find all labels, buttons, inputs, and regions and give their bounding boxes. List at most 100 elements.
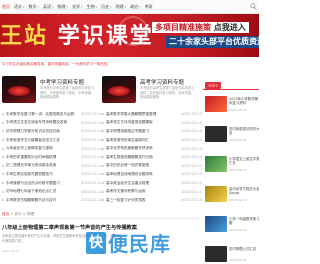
list-item-title[interactable]: 中考历史重要知识点时间轴梳理 [6,155,79,160]
list-item-date: 2023-02-14 [81,129,102,134]
bullet-icon [102,139,104,142]
bullet-icon [102,130,104,133]
sidebar-item-thumbnail[interactable] [205,156,227,172]
list-item-title[interactable]: 高三一轮复习计划安排表 [106,198,179,203]
list-item[interactable]: 初中物理力学部分知识点总结归纳 2023-02-14 [2,127,102,136]
list-item[interactable]: 高三一轮复习计划安排表 2023-02-10 [102,196,202,205]
list-item[interactable]: 中考历史重要知识点时间轴梳理 2023-02-13 [2,153,102,162]
list-item-title[interactable]: 中考数学总复习第一讲：实数的概念与运算 [6,112,79,117]
nav-item[interactable]: 英语 ▾ [43,4,54,10]
list-item[interactable]: 中考数学压轴题解题方法与技巧 2023-02-10 [2,196,102,205]
list-item[interactable]: 中考道德与法治热点时政专题复习 2023-02-11 [2,179,102,188]
nav-item[interactable]: 物理 ▾ [58,4,69,10]
banner-slogan-top[interactable]: 多项目精准施策 点我进入 [152,22,249,33]
list-item-title[interactable]: 高考英语完形填空高频词汇 [106,138,179,143]
topic-card-middle[interactable]: 中考学习资料专题 本专题为中考生整理了最全的中考复习资料，中考各科复习资料，中考… [2,76,96,106]
list-item-title[interactable]: 初中地理七年级下册知识点汇总 [6,189,79,194]
nav-item[interactable]: 语文 ▾ [14,4,25,10]
sidebar-item-title[interactable]: 高中化学方程式大全 Songs [229,187,259,196]
chevron-down-icon: ▾ [139,4,141,9]
nav-item[interactable]: 考研 [145,4,153,10]
list-item[interactable]: 高考英语完形填空高频词汇 2023-02-14 [102,136,202,145]
nav-item[interactable]: 数学 ▾ [29,4,40,10]
list-item-title[interactable]: 九年级化学上册期末复习提纲 [6,146,79,151]
breadcrumb-home[interactable]: 首页 [2,212,9,216]
list-item[interactable]: 高中历史必修一知识框架图 2023-02-12 [102,162,202,171]
list-item-title[interactable]: 中考道德与法治热点时政专题复习 [6,181,79,186]
list-item[interactable]: 高考作文素材积累与运用 2023-02-11 [102,187,202,196]
sidebar-tab-top[interactable]: TOP1 [205,82,222,89]
list-item[interactable]: 高中政治经济生活重点梳理 2023-02-11 [102,179,202,188]
list-item[interactable]: 高中化学有机推断题专项训练 2023-02-13 [102,144,202,153]
sidebar-item-title[interactable]: 小学一年级数学练习题 [229,217,259,226]
nav-item[interactable]: 生物 ▾ [87,4,98,10]
list-item-title[interactable]: 初中物理力学部分知识点总结归纳 [6,129,79,134]
list-item[interactable]: 中考语文文言文阅读专项训练题及答案 2023-02-15 [2,119,102,128]
list-item[interactable]: 高中物理电磁感应专题复习 2023-02-14 [102,127,202,136]
breadcrumb-level1[interactable]: 初中 [15,212,22,216]
list-item-title[interactable]: 高考作文素材积累与运用 [106,189,179,194]
card-title[interactable]: 中考学习资料专题 [40,78,84,86]
list-item[interactable]: 高考语文古诗词鉴赏答题模板 2023-02-15 [102,119,202,128]
sidebar-item-title[interactable]: 初中物理公式汇总 [229,247,259,256]
topic-card-high[interactable]: 高考学习资料专题 本专题为高考生整理了最全的高考复习资料，高考各科复习资料，高考… [102,76,196,106]
sidebar-item-thumbnail[interactable] [205,96,227,112]
list-item-title[interactable]: 高中物理电磁感应专题复习 [106,129,179,134]
sidebar-item[interactable]: 初中英语语法知识大全 2023-02-14 [205,124,259,154]
sidebar-item[interactable]: 高中化学方程式大全 Songs 2023-02-12 [205,184,259,214]
sidebar-item[interactable]: 2023年小学数学期末复习资料 2023-02-15 [205,94,259,124]
chevron-down-icon: ▾ [81,4,83,9]
nav-item[interactable]: 历史 ▾ [101,4,112,10]
nav-item-label: 历史 [101,3,110,9]
list-item[interactable]: 初二物理光学单元测试卷含答案 2023-02-12 [2,162,102,171]
banner[interactable]: 王站 学识课堂 多项目精准施策 点我进入 二十余家头部平台优质资源合作 [0,14,259,57]
bullet-icon [102,173,104,176]
list-item-title[interactable]: 高考数学导数大题解题思路整理 [106,112,179,117]
bullet-icon [102,164,104,167]
list-item[interactable]: 中考数学总复习第一讲：实数的概念与运算 2023-02-15 [2,110,102,119]
nav-item[interactable]: 地理 ▾ [116,4,127,10]
bullet-icon [2,130,4,133]
list-item[interactable]: 高考数学导数大题解题思路整理 2023-02-15 [102,110,202,119]
list-item-date: 2023-02-11 [81,189,102,194]
list-item-title[interactable]: 高考语文古诗词鉴赏答题模板 [106,120,179,125]
nav-item[interactable]: 首页 [2,4,10,10]
bullet-icon [2,190,4,193]
breadcrumb-level2[interactable]: 物理 [27,212,34,216]
sidebar-item-title[interactable]: 初中英语语法知识大全 [229,127,259,136]
list-item-title[interactable]: 中考英语作文万能模板及范文汇总 [6,138,79,143]
list-item-title[interactable]: 高中化学有机推断题专项训练 [106,146,179,151]
card-thumbnail[interactable] [2,76,36,103]
list-item[interactable]: 中考生物实验探究题答题技巧 2023-02-12 [2,170,102,179]
list-item[interactable]: 九年级化学上册期末复习提纲 2023-02-13 [2,144,102,153]
list-item-title[interactable]: 高考地理自然地理综合题训练 [106,172,179,177]
list-item-title[interactable]: 高考生物遗传题解题技巧归纳 [106,155,179,160]
sidebar-item-thumbnail[interactable] [205,186,227,202]
list-item[interactable]: 初中地理七年级下册知识点汇总 2023-02-11 [2,187,102,196]
sidebar-item-title[interactable]: 小学语文上册生字表汇总 [229,157,259,166]
card-thumbnail[interactable] [102,76,136,103]
sidebar-item-thumbnail[interactable] [205,216,227,232]
list-item-title[interactable]: 中考语文文言文阅读专项训练题及答案 [6,120,79,125]
sidebar-item-thumbnail[interactable] [205,126,227,142]
list-item-title[interactable]: 高中政治经济生活重点梳理 [106,181,179,186]
list-item[interactable]: 高考生物遗传题解题技巧归纳 2023-02-13 [102,153,202,162]
list-item-title[interactable]: 中考生物实验探究题答题技巧 [6,172,79,177]
nav-item[interactable]: 政治 ▾ [130,4,141,10]
card-title[interactable]: 高考学习资料专题 [140,78,184,86]
list-item-title[interactable]: 初二物理光学单元测试卷含答案 [6,163,79,168]
list-item-title[interactable]: 高中历史必修一知识框架图 [106,163,179,168]
sidebar-item[interactable]: 小学一年级数学练习题 2023-02-11 [205,214,259,244]
list-item[interactable]: 中考英语作文万能模板及范文汇总 2023-02-14 [2,136,102,145]
sidebar-item[interactable]: 小学语文上册生字表汇总 2023-02-13 [205,154,259,184]
search-icon[interactable] [250,3,257,10]
sidebar-item-title[interactable]: 2023年小学数学期末复习资料 [229,97,259,106]
sidebar-item[interactable]: 初中物理公式汇总 2023-02-10 [205,244,259,264]
list-item[interactable]: 高考地理自然地理综合题训练 2023-02-12 [102,170,202,179]
banner-slogan-bottom: 二十余家头部平台优质资源合作 [166,36,259,48]
nav-item[interactable]: 化学 ▾ [72,4,83,10]
sidebar-item-thumbnail[interactable] [205,246,227,262]
list-item-title[interactable]: 中考数学压轴题解题方法与技巧 [6,198,79,203]
card-desc: 本专题为中考生整理了最全的中考复习资料，中考各科复习资料，中考真题、各地模拟题等… [40,86,95,99]
notice-text[interactable]: 中小学生必读经典名著导读，课外拓展阅读，一元资料学习一笔在线！ [2,62,132,70]
